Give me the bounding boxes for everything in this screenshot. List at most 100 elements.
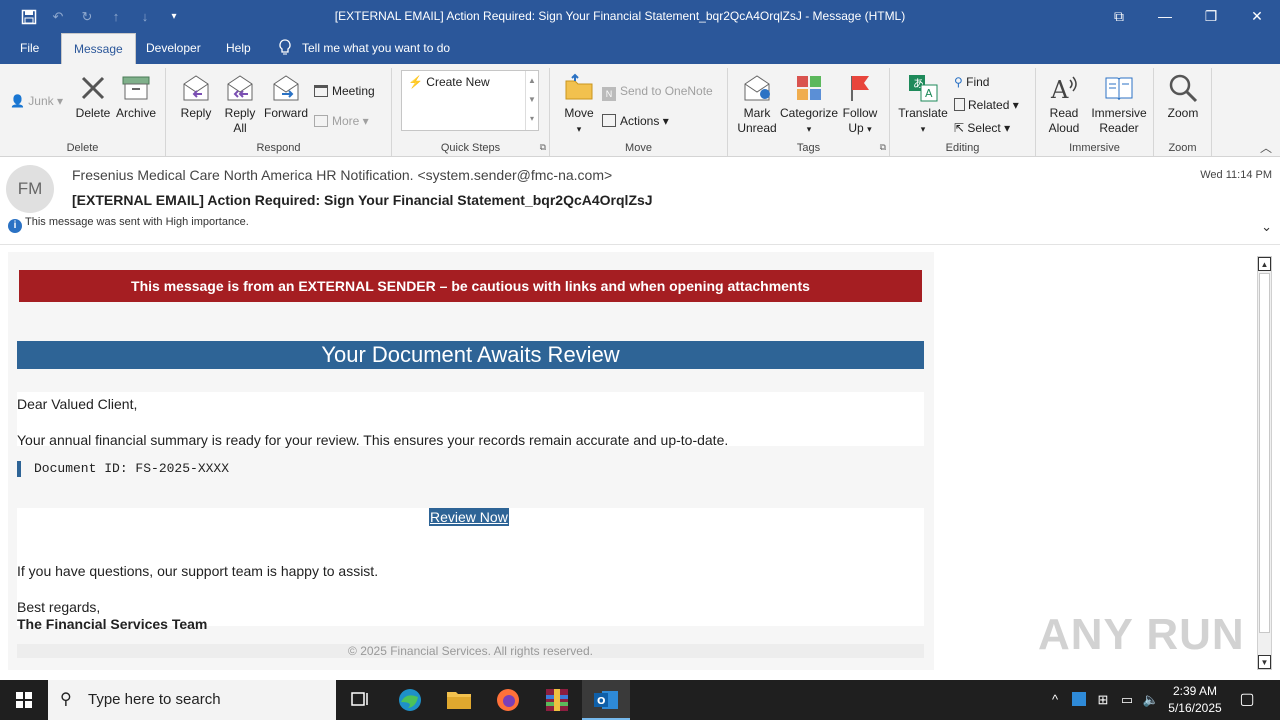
editing-group: あA Translate ▾ ⚲ Find Related ▾ ⇱ Select … — [890, 68, 1036, 156]
redo-icon[interactable]: ↻ — [77, 7, 97, 27]
calendar-icon — [314, 85, 328, 97]
undo-icon[interactable]: ↶ — [48, 7, 68, 27]
up-icon[interactable]: ↑ — [106, 7, 126, 27]
volume-icon[interactable]: 🔈 — [1140, 680, 1162, 720]
customize-icon[interactable]: ▾ — [164, 7, 184, 27]
watermark-logo: ANY RUN — [1038, 610, 1245, 659]
move-group: Move ▾ N Send to OneNote Actions ▾ Move — [550, 68, 728, 156]
lightning-icon: ⚡ — [408, 75, 423, 89]
quick-steps-gallery[interactable]: ⚡ Create New ▲ ▼ ▾ — [401, 70, 539, 131]
chevron-down-icon[interactable]: ⌄ — [1261, 219, 1272, 235]
external-sender-warning: This message is from an EXTERNAL SENDER … — [19, 270, 922, 302]
email-banner: Your Document Awaits Review — [17, 341, 924, 369]
translate-icon: あA — [909, 75, 938, 102]
meeting-button[interactable]: Meeting — [314, 82, 375, 100]
send-to-onenote-button[interactable]: N Send to OneNote — [602, 82, 713, 101]
quick-steps-group: ⚡ Create New ▲ ▼ ▾ Quick Steps ⧉ — [392, 68, 550, 156]
outlook-taskbar-icon[interactable]: O — [582, 680, 630, 720]
move-icon — [565, 73, 593, 100]
zoom-button[interactable]: Zoom — [1160, 72, 1206, 121]
info-icon: i — [8, 219, 22, 233]
vertical-scrollbar[interactable]: ▲ ▼ — [1257, 256, 1272, 670]
more-respond-button[interactable]: More ▾ — [314, 112, 369, 130]
scroll-down-icon[interactable]: ▼ — [1258, 655, 1271, 669]
cursor-icon: ⇱ — [954, 121, 965, 135]
taskbar-search[interactable]: ⚲ Type here to search — [48, 680, 336, 720]
immersive-group-label: Immersive — [1069, 142, 1120, 154]
save-icon[interactable] — [19, 7, 39, 27]
scroll-thumb[interactable] — [1259, 273, 1270, 633]
message-date: Wed 11:14 PM — [1200, 169, 1272, 181]
task-view-icon[interactable] — [336, 680, 384, 720]
reply-all-button[interactable]: Reply All — [218, 72, 262, 136]
tray-overflow-icon[interactable]: ^ — [1044, 680, 1066, 720]
network-icon[interactable]: ▭ — [1116, 680, 1138, 720]
reply-icon — [183, 75, 209, 101]
clock-date: 5/16/2025 — [1168, 701, 1222, 715]
message-body: This message is from an EXTERNAL SENDER … — [0, 246, 1280, 680]
tell-me-box[interactable]: Tell me what you want to do — [278, 33, 450, 64]
immersive-reader-button[interactable]: Immersive Reader — [1088, 72, 1150, 136]
actions-button[interactable]: Actions ▾ — [602, 112, 669, 130]
winrar-icon[interactable] — [533, 680, 581, 720]
windows-icon — [16, 692, 32, 708]
quick-steps-label: Quick Steps — [440, 142, 501, 154]
archive-button[interactable]: Archive — [114, 72, 158, 121]
select-button[interactable]: ⇱ Select ▾ — [954, 119, 1010, 137]
delete-button[interactable]: Delete — [72, 72, 114, 121]
tab-message[interactable]: Message — [61, 33, 136, 64]
review-now-button[interactable]: Review Now — [429, 508, 509, 526]
device-icon[interactable]: ⊞ — [1092, 680, 1114, 720]
delete-icon — [81, 76, 105, 100]
find-button[interactable]: ⚲ Find — [954, 73, 989, 91]
message-subject: [EXTERNAL EMAIL] Action Required: Sign Y… — [72, 192, 653, 208]
mark-unread-icon — [744, 75, 770, 101]
immersive-reader-icon — [1105, 77, 1133, 101]
forward-button[interactable]: Forward — [262, 72, 310, 121]
down-icon[interactable]: ↓ — [135, 7, 155, 27]
notifications-icon[interactable]: ▢ — [1232, 680, 1262, 720]
sender[interactable]: Fresenius Medical Care North America HR … — [72, 167, 612, 183]
tab-developer[interactable]: Developer — [134, 33, 213, 64]
support-paragraph: If you have questions, our support team … — [17, 563, 379, 579]
create-new-quick-step[interactable]: ⚡ Create New — [408, 73, 490, 91]
start-button[interactable] — [0, 680, 48, 720]
ribbon-display-icon[interactable]: ⧉ — [1096, 0, 1142, 33]
junk-button[interactable]: 👤 Junk ▾ — [10, 92, 63, 110]
onenote-icon: N — [602, 87, 616, 101]
file-explorer-icon[interactable] — [435, 680, 483, 720]
lightbulb-icon — [279, 39, 291, 55]
delete-group: 👤 Junk ▾ Delete Archive Delete — [0, 68, 166, 156]
collapse-ribbon-icon[interactable]: ︿ — [1260, 139, 1272, 156]
email-footer: © 2025 Financial Services. All rights re… — [17, 644, 924, 658]
importance-notice: i This message was sent with High importa… — [8, 216, 249, 233]
categorize-button[interactable]: Categorize ▾ — [780, 72, 838, 137]
firefox-icon[interactable] — [484, 680, 532, 720]
mark-unread-button[interactable]: Mark Unread — [732, 72, 782, 136]
tags-dialog-launcher-icon[interactable]: ⧉ — [880, 142, 886, 153]
clock[interactable]: 2:39 AM 5/16/2025 — [1160, 683, 1230, 717]
maximize-button[interactable]: ❐ — [1188, 0, 1234, 33]
follow-up-button[interactable]: Follow Up ▾ — [838, 72, 882, 137]
close-button[interactable]: ✕ — [1234, 0, 1280, 33]
minimize-button[interactable]: — — [1142, 0, 1188, 33]
respond-group-label: Respond — [256, 142, 301, 154]
respond-group: Reply Reply All Forward Meeting More ▾ Re… — [166, 68, 392, 156]
outlook-tray-icon[interactable] — [1068, 680, 1090, 720]
reply-button[interactable]: Reply — [174, 72, 218, 121]
read-aloud-button[interactable]: A Read Aloud — [1042, 72, 1086, 136]
editing-group-label: Editing — [945, 142, 980, 154]
move-button[interactable]: Move ▾ — [558, 72, 600, 137]
tab-help[interactable]: Help — [214, 33, 263, 64]
dialog-launcher-icon[interactable]: ⧉ — [540, 142, 546, 153]
archive-icon — [122, 76, 150, 100]
search-icon: ⚲ — [60, 691, 72, 708]
tags-group-label: Tags — [796, 142, 821, 154]
edge-icon[interactable] — [386, 680, 434, 720]
translate-button[interactable]: あA Translate ▾ — [896, 72, 950, 137]
flag-icon — [851, 76, 869, 101]
related-button[interactable]: Related ▾ — [954, 96, 1019, 114]
quick-steps-scroll[interactable]: ▲ ▼ ▾ — [525, 71, 538, 130]
tab-file[interactable]: File — [8, 33, 51, 64]
scroll-up-icon[interactable]: ▲ — [1258, 257, 1271, 271]
